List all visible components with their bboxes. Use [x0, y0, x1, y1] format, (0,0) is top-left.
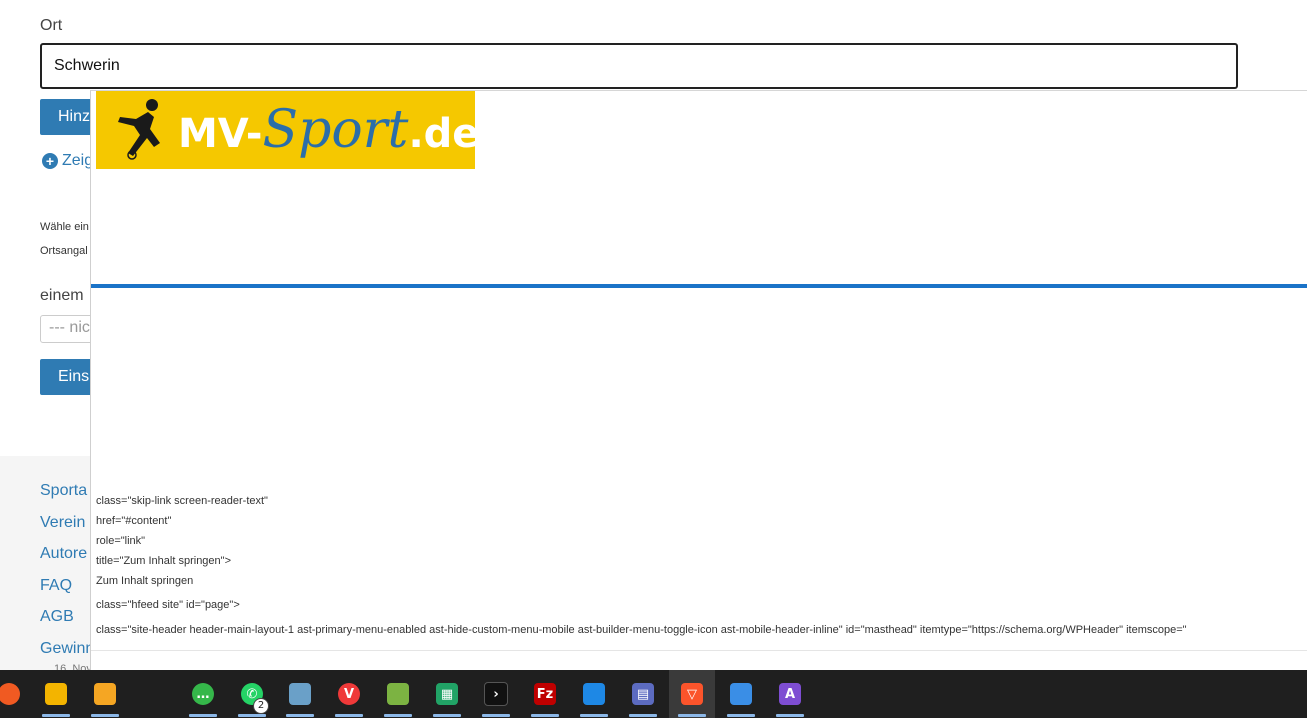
- taskbar-scanner[interactable]: [277, 670, 323, 718]
- editor-icon: [730, 683, 752, 705]
- footer-link-faq[interactable]: FAQ: [40, 577, 72, 595]
- code-line: class="hfeed site" id="page">: [96, 599, 240, 611]
- folder-icon: [94, 683, 116, 705]
- calculator-icon: ▤: [632, 683, 654, 705]
- taskbar-filezilla[interactable]: Fz: [522, 670, 568, 718]
- footer-link-vereine[interactable]: Verein: [40, 514, 85, 532]
- taskbar-folder[interactable]: [82, 670, 128, 718]
- taskbar-affinity[interactable]: A: [767, 670, 813, 718]
- taskbar-chart-app[interactable]: [375, 670, 421, 718]
- terminal-icon: ›: [484, 682, 508, 706]
- taskbar-terminal[interactable]: ›: [473, 670, 519, 718]
- mv-sport-logo[interactable]: MV- Sport .de: [96, 91, 479, 169]
- spreadsheet-icon: ▦: [436, 683, 458, 705]
- code-line: role="link": [96, 535, 146, 547]
- footer-link-sportarten[interactable]: Sporta: [40, 482, 87, 500]
- logo-mv-text: MV-: [178, 111, 263, 157]
- affinity-icon: A: [779, 683, 801, 705]
- footer-link-autoren[interactable]: Autore: [40, 545, 87, 563]
- show-more-label: Zeig: [62, 152, 94, 169]
- vivaldi-icon: V: [338, 683, 360, 705]
- logo-sport-text: Sport: [262, 100, 409, 160]
- code-line: title="Zum Inhalt springen">: [96, 555, 231, 567]
- divider-line: [91, 284, 1307, 288]
- einem-label: einem: [40, 287, 84, 304]
- overlay-panel: MV- Sport .de class="skip-link screen-re…: [90, 90, 1307, 671]
- ort-input[interactable]: [40, 43, 1238, 89]
- chart-app-icon: [387, 683, 409, 705]
- app-orange-icon: [0, 683, 20, 705]
- file-explorer-icon: [45, 683, 67, 705]
- footer-link-gewinn[interactable]: Gewinn: [40, 640, 94, 658]
- ort-label: Ort: [40, 17, 63, 34]
- taskbar-vivaldi[interactable]: V: [326, 670, 372, 718]
- taskbar-spreadsheet[interactable]: ▦: [424, 670, 470, 718]
- code-line: class="site-header header-main-layout-1 …: [96, 624, 1187, 636]
- taskbar-file-explorer[interactable]: [33, 670, 79, 718]
- plus-circle-icon: +: [42, 153, 58, 169]
- show-more-link[interactable]: + Zeig: [42, 152, 93, 170]
- football-player-icon: [118, 99, 160, 160]
- skip-link-text: Zum Inhalt springen: [96, 575, 194, 587]
- messages-icon: …: [192, 683, 214, 705]
- taskbar-calculator[interactable]: ▤: [620, 670, 666, 718]
- taskbar-whatsapp[interactable]: ✆ 2: [229, 670, 275, 718]
- help-text-line1: Wähle ein: [40, 221, 89, 233]
- network-app-icon: [583, 683, 605, 705]
- taskbar-messages[interactable]: …: [180, 670, 226, 718]
- brave-icon: ▽: [681, 683, 703, 705]
- taskbar: … ✆ 2 V ▦ › Fz ▤ ▽ A: [0, 670, 1307, 718]
- taskbar-brave[interactable]: ▽: [669, 670, 715, 718]
- code-line: href="#content": [96, 515, 172, 527]
- taskbar-app-orange[interactable]: [0, 670, 32, 718]
- notification-badge: 2: [253, 698, 269, 714]
- taskbar-editor[interactable]: [718, 670, 764, 718]
- code-line: class="skip-link screen-reader-text": [96, 495, 268, 507]
- scanner-icon: [289, 683, 311, 705]
- filezilla-icon: Fz: [534, 683, 556, 705]
- logo-de-text: .de: [408, 111, 480, 157]
- footer-link-agb[interactable]: AGB: [40, 608, 74, 626]
- bottom-rule: [91, 650, 1307, 651]
- help-text-line2: Ortsangal: [40, 245, 88, 257]
- taskbar-network-app[interactable]: [571, 670, 617, 718]
